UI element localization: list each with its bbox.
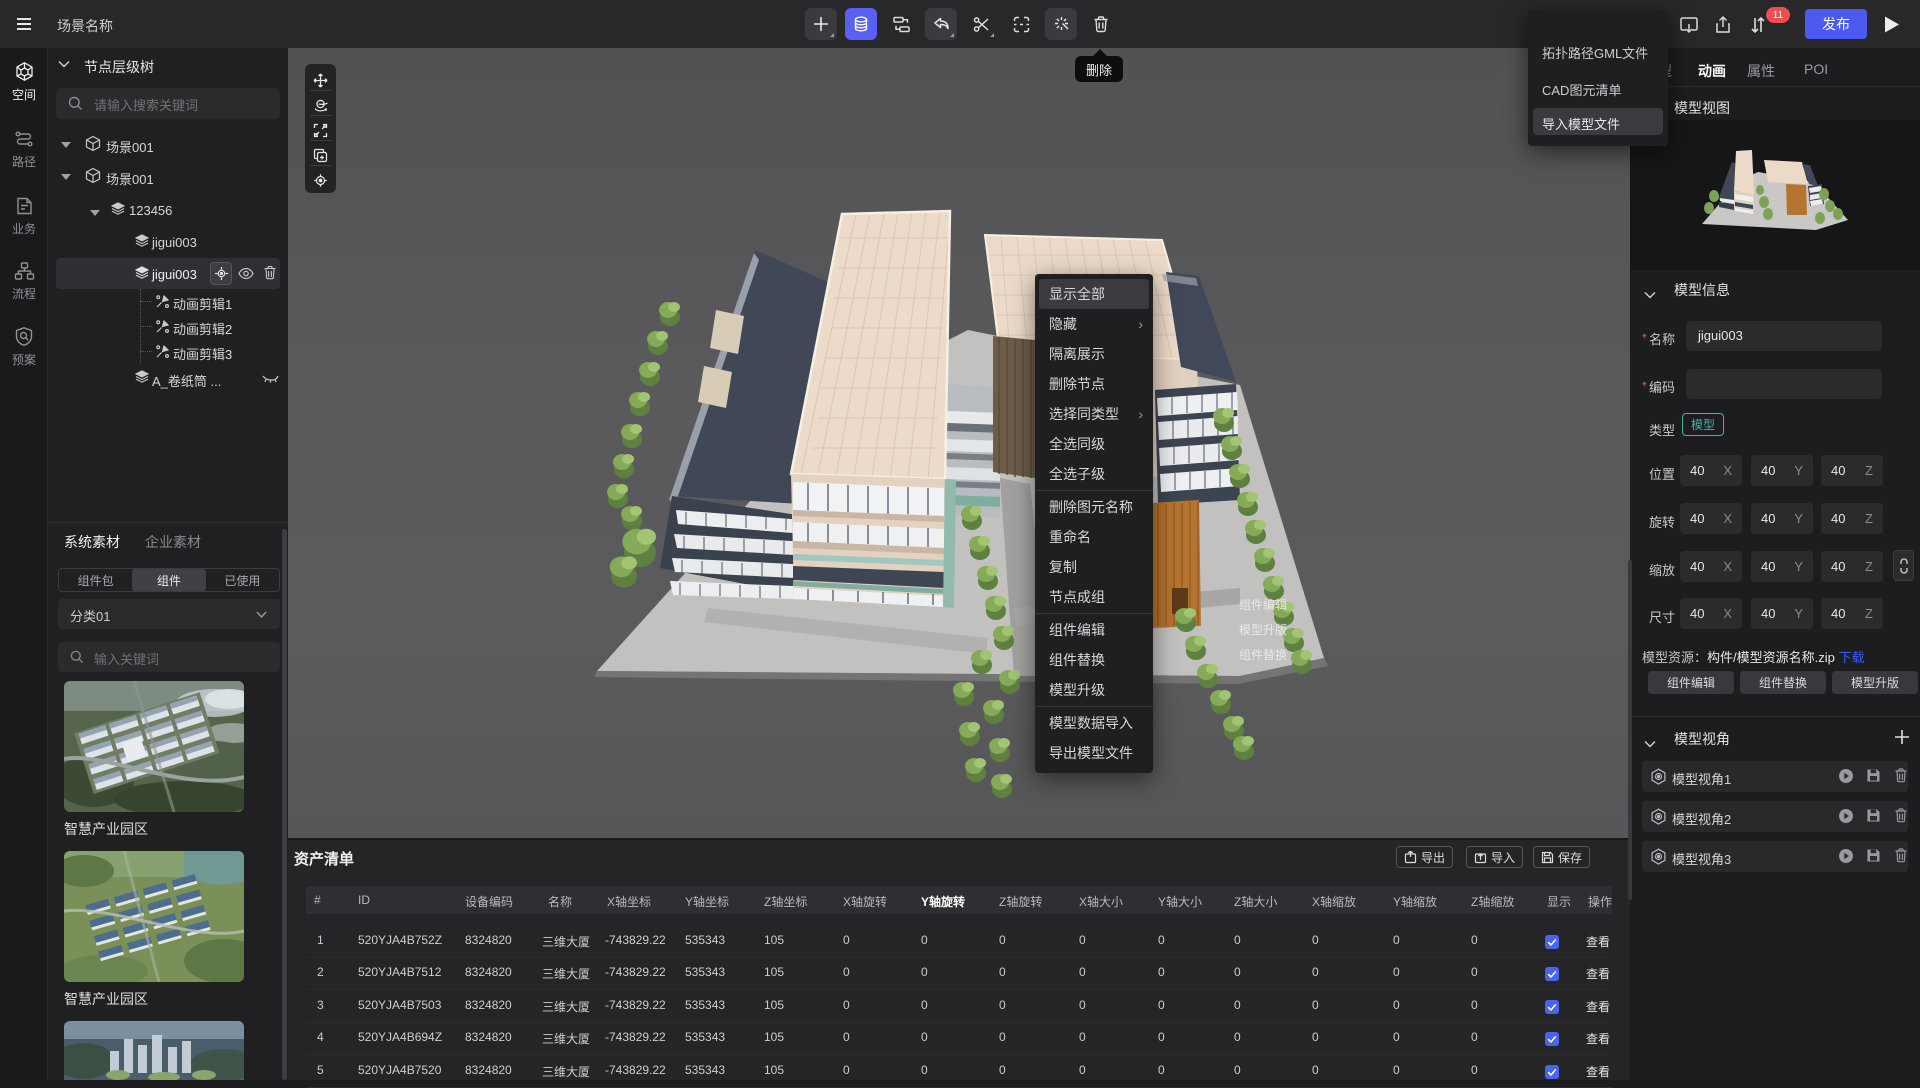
svg-text:组件替换: 组件替换 (1239, 648, 1287, 662)
svg-text:组件编辑: 组件编辑 (1239, 597, 1287, 612)
svg-text:模型升版: 模型升版 (1239, 623, 1287, 637)
